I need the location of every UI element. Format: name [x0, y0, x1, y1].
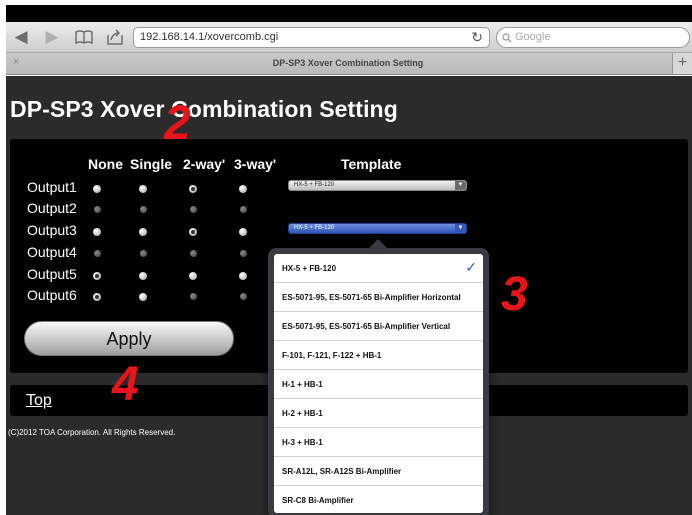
annotation-marker-3: 3 [501, 268, 528, 321]
output4-label: Output4 [27, 244, 77, 260]
template-option-label: SR-C8 Bi-Amplifier [282, 496, 354, 505]
template-option[interactable]: ES-5071-95, ES-5071-65 Bi-Amplifier Vert… [274, 312, 483, 341]
output3-none-radio[interactable] [93, 228, 101, 236]
output5-none-radio[interactable] [93, 272, 101, 280]
output5-2way-radio[interactable] [189, 272, 197, 280]
template-option-list[interactable]: HX-5 + FB-120 ✓ ES-5071-95, ES-5071-65 B… [274, 254, 483, 513]
screenshot-frame: ◀ ▶ 192.168.14.1/xovercomb.cgi ↻ Google … [0, 0, 692, 515]
column-none: None [88, 156, 123, 172]
template-option[interactable]: ES-5071-95, ES-5071-65 Bi-Amplifier Hori… [274, 283, 483, 312]
browser-window: ◀ ▶ 192.168.14.1/xovercomb.cgi ↻ Google … [6, 5, 692, 515]
template-option[interactable]: F-101, F-121, F-122 + HB-1 [274, 341, 483, 370]
annotation-marker-4: 4 [112, 358, 139, 411]
bookmarks-icon[interactable] [72, 26, 96, 48]
search-placeholder: Google [515, 31, 551, 43]
output2-none-radio[interactable] [94, 206, 101, 213]
column-single: Single [130, 156, 173, 172]
output3-template-value: HX-5 + FB-120 [294, 225, 335, 231]
back-arrow-icon[interactable]: ◀ [11, 26, 31, 48]
tab-title[interactable]: DP-SP3 Xover Combination Setting [28, 58, 668, 68]
url-field[interactable]: 192.168.14.1/xovercomb.cgi ↻ [133, 27, 490, 48]
column-template: Template [341, 156, 402, 172]
output5-single-radio[interactable] [139, 272, 147, 280]
template-option[interactable]: H-2 + HB-1 [274, 399, 483, 428]
output1-3way-radio[interactable] [239, 185, 247, 193]
output3-3way-radio[interactable] [239, 228, 247, 236]
share-icon[interactable] [104, 26, 126, 48]
template-option[interactable]: SR-C8 Bi-Amplifier [274, 486, 483, 513]
template-option-label: H-1 + HB-1 [282, 380, 323, 389]
output4-single-radio[interactable] [140, 250, 147, 257]
annotation-marker-2: 2 [164, 97, 191, 150]
output5-label: Output5 [27, 266, 77, 282]
template-option-label: H-2 + HB-1 [282, 409, 323, 418]
column-3way: 3-way' [234, 156, 277, 172]
browser-toolbar: ◀ ▶ 192.168.14.1/xovercomb.cgi ↻ Google [6, 22, 692, 53]
output2-single-radio[interactable] [140, 206, 147, 213]
template-option[interactable]: H-1 + HB-1 [274, 370, 483, 399]
output3-label: Output3 [27, 222, 77, 238]
output4-2way-radio[interactable] [190, 250, 197, 257]
output4-3way-radio[interactable] [240, 250, 247, 257]
output6-single-radio[interactable] [139, 293, 147, 301]
page-title: DP-SP3 Xover Combination Setting [10, 96, 398, 122]
search-icon [502, 33, 512, 43]
apply-button[interactable]: Apply [24, 321, 234, 356]
close-icon[interactable]: × [13, 56, 19, 68]
template-option-label: SR-A12L, SR-A12S Bi-Amplifier [282, 467, 402, 476]
output3-2way-radio[interactable] [189, 228, 197, 236]
template-option-label: HX-5 + FB-120 [282, 264, 337, 273]
url-text: 192.168.14.1/xovercomb.cgi [140, 31, 279, 43]
search-field[interactable]: Google [496, 27, 690, 48]
output2-3way-radio[interactable] [240, 206, 247, 213]
output6-none-radio[interactable] [93, 293, 101, 301]
forward-arrow-icon[interactable]: ▶ [42, 26, 62, 48]
template-option[interactable]: HX-5 + FB-120 ✓ [274, 254, 483, 283]
template-option-label: F-101, F-121, F-122 + HB-1 [282, 351, 382, 360]
output6-3way-radio[interactable] [240, 293, 247, 300]
output1-2way-radio[interactable] [189, 185, 197, 193]
output1-none-radio[interactable] [93, 185, 101, 193]
template-option[interactable]: SR-A12L, SR-A12S Bi-Amplifier [274, 457, 483, 486]
template-option-label: H-3 + HB-1 [282, 438, 323, 447]
template-dropdown-popover: HX-5 + FB-120 ✓ ES-5071-95, ES-5071-65 B… [268, 239, 489, 515]
output6-label: Output6 [27, 287, 77, 303]
output1-template-value: HX-5 + FB-120 [294, 182, 335, 188]
output1-single-radio[interactable] [139, 185, 147, 193]
output3-single-radio[interactable] [139, 228, 147, 236]
output1-label: Output1 [27, 179, 77, 195]
chevron-down-icon: ▼ [455, 224, 466, 233]
template-option-label: ES-5071-95, ES-5071-65 Bi-Amplifier Hori… [282, 293, 461, 302]
tab-bar: × DP-SP3 Xover Combination Setting + [6, 53, 692, 75]
column-2way: 2-way' [183, 156, 226, 172]
chevron-down-icon: ▼ [455, 181, 466, 190]
output4-none-radio[interactable] [94, 250, 101, 257]
output6-2way-radio[interactable] [190, 293, 197, 300]
output1-template-select[interactable]: HX-5 + FB-120 ▼ [288, 180, 467, 191]
output2-2way-radio[interactable] [190, 206, 197, 213]
output2-label: Output2 [27, 200, 77, 216]
output3-template-select[interactable]: HX-5 + FB-120 ▼ [288, 223, 467, 234]
new-tab-button[interactable]: + [672, 53, 692, 74]
status-bar [6, 5, 692, 22]
checkmark-icon: ✓ [465, 259, 477, 275]
template-option[interactable]: H-3 + HB-1 [274, 428, 483, 457]
popover-arrow [368, 239, 388, 249]
reload-icon[interactable]: ↻ [471, 29, 483, 46]
template-option-label: ES-5071-95, ES-5071-65 Bi-Amplifier Vert… [282, 322, 451, 331]
output5-3way-radio[interactable] [239, 272, 247, 280]
copyright-text: (C)2012 TOA Corporation. All Rights Rese… [8, 428, 176, 437]
top-link[interactable]: Top [26, 392, 52, 410]
